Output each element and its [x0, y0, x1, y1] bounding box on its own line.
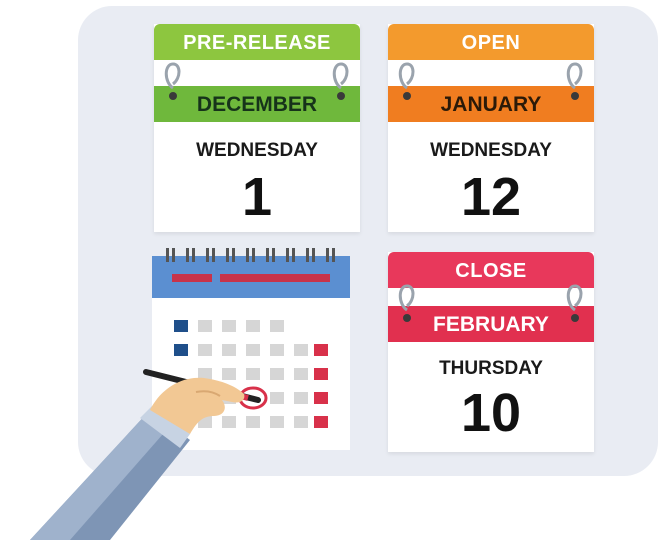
card-month-label: JANUARY	[388, 86, 594, 122]
card-month-label: DECEMBER	[154, 86, 360, 122]
ring-binder-icon	[566, 62, 583, 100]
hand-with-pen-icon	[30, 369, 261, 540]
card-tab-label: CLOSE	[388, 252, 594, 288]
card-tab-label: PRE-RELEASE	[154, 24, 360, 60]
calendar-card-pre-release: PRE-RELEASE DECEMBER WEDNESDAY 1	[154, 24, 360, 232]
card-day-number: 12	[460, 167, 522, 227]
card-tab-label: OPEN	[388, 24, 594, 60]
ring-binder-icon	[164, 62, 181, 100]
ring-binder-icon	[398, 284, 415, 322]
card-weekday-label: WEDNESDAY	[430, 140, 552, 161]
ring-binder-icon	[566, 284, 583, 322]
card-weekday-label: WEDNESDAY	[196, 140, 318, 161]
card-weekday-label: THURSDAY	[439, 358, 543, 379]
calendar-card-open: OPEN JANUARY WEDNESDAY 12	[388, 24, 594, 232]
card-month-label: FEBRUARY	[388, 306, 594, 342]
card-day-number: 10	[460, 383, 522, 443]
calendar-card-close: CLOSE FEBRUARY THURSDAY 10	[388, 252, 594, 452]
ring-binder-icon	[398, 62, 415, 100]
card-day-number: 1	[241, 167, 273, 227]
ring-binder-icon	[332, 62, 349, 100]
